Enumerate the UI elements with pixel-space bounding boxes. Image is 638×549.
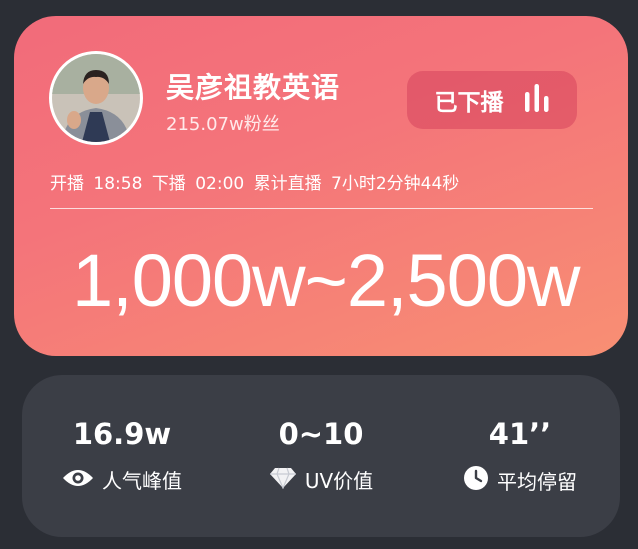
- stat-label: 平均停留: [497, 469, 577, 494]
- stat-value: 0~10: [278, 417, 364, 451]
- live-ended-button[interactable]: 已下播: [407, 71, 577, 129]
- broadcast-timeline: 开播 18:58 下播 02:00 累计直播 7小时2分钟44秒: [50, 169, 463, 194]
- end-time: 02:00: [195, 174, 245, 194]
- live-status-label: 已下播: [434, 90, 504, 116]
- diamond-icon: [269, 467, 297, 493]
- end-label: 下播: [151, 174, 186, 194]
- stat-value: 16.9w: [72, 417, 172, 451]
- clock-icon: [463, 465, 489, 495]
- stat-peak-popularity: 16.9w 人气峰值: [22, 375, 222, 537]
- start-label: 开播: [50, 174, 84, 194]
- start-time: 18:58: [93, 174, 143, 194]
- stat-label: UV价值: [304, 469, 374, 493]
- eye-icon: [62, 467, 94, 493]
- duration-label: 累计直播: [253, 174, 322, 194]
- live-bars-icon: [524, 82, 550, 118]
- divider: [50, 208, 593, 209]
- stat-value: 41’’: [488, 417, 552, 451]
- avatar-image: [52, 54, 140, 142]
- stat-avg-stay: 41’’ 平均停留: [420, 375, 620, 537]
- stat-uv-value: 0~10 UV价值: [221, 375, 421, 537]
- live-summary-card: 吴彦祖教英语 215.07w粉丝 已下播 开播 18:58 下播 02:00 累…: [14, 16, 628, 356]
- fan-count: 215.07w粉丝: [166, 114, 280, 135]
- stat-label: 人气峰值: [102, 469, 182, 493]
- avatar[interactable]: [49, 51, 143, 145]
- stats-card: 16.9w 人气峰值 0~10 UV价值 41’’ 平均停留: [22, 375, 620, 537]
- streamer-name: 吴彦祖教英语: [166, 71, 341, 104]
- duration-value: 7小时2分钟44秒: [331, 174, 460, 194]
- sales-range: 1,000w~2,500w: [72, 239, 580, 322]
